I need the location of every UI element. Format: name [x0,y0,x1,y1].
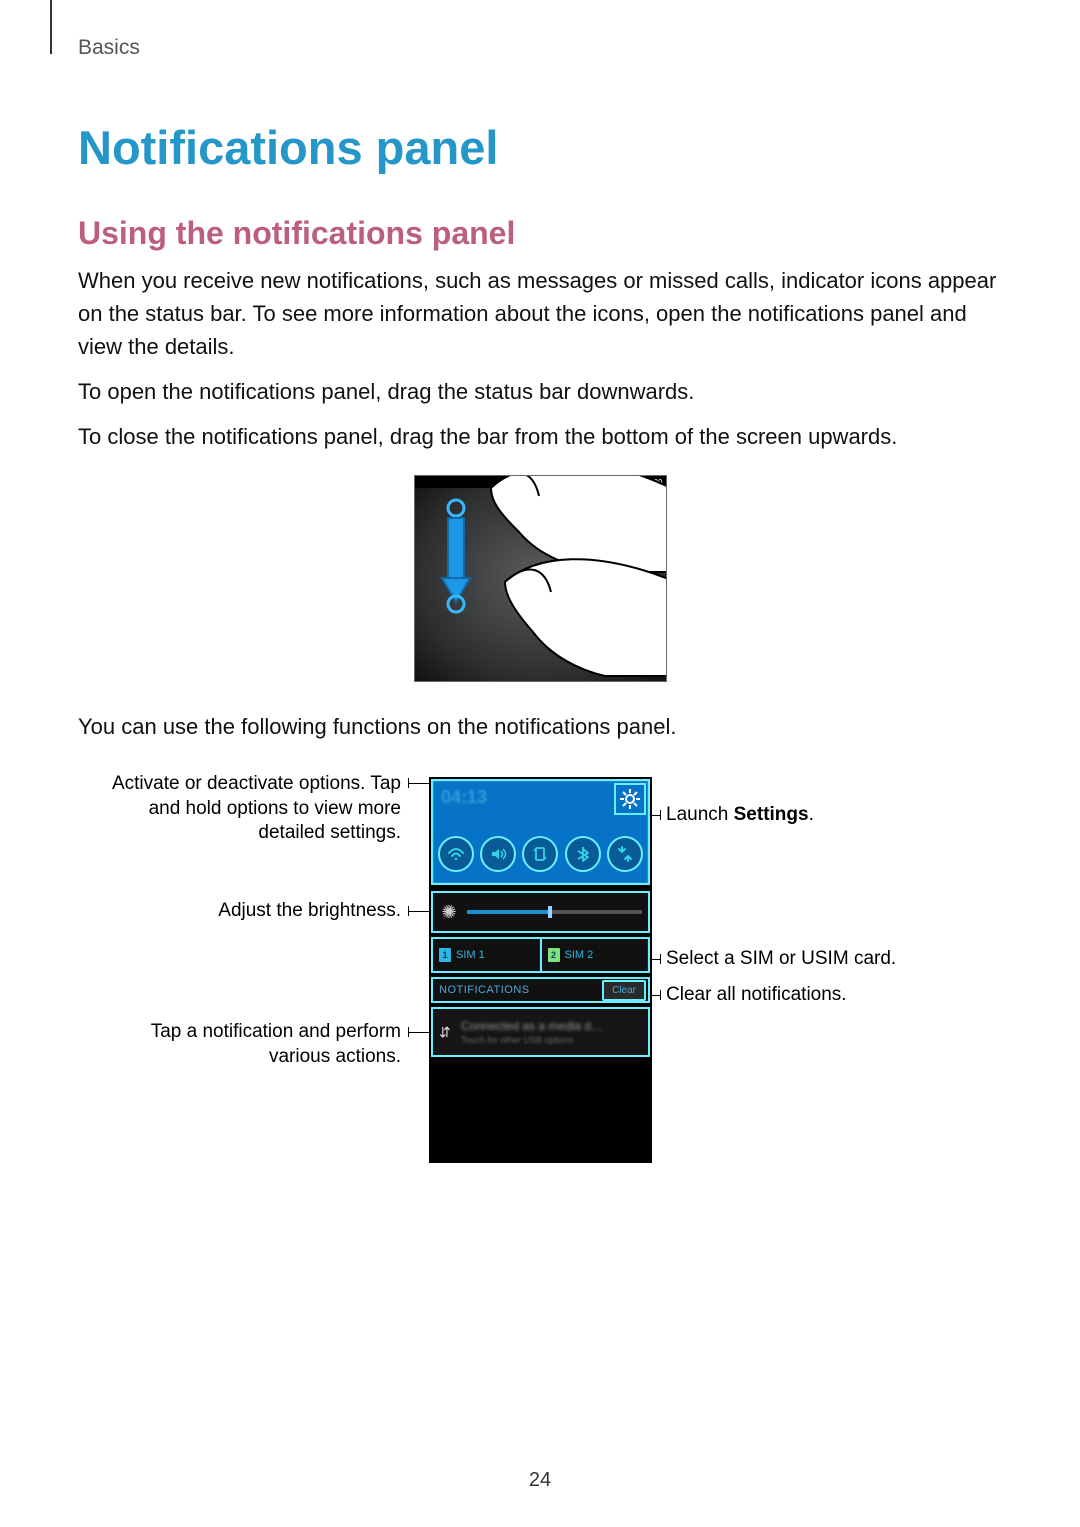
brightness-slider-row[interactable]: ✺ [431,891,650,933]
panel-header: 04:13 [431,779,650,885]
notification-title: Connected as a media d… [461,1019,603,1035]
screen-rotation-icon [531,845,549,863]
page-number: 24 [0,1469,1080,1492]
callout-text: . [809,804,814,825]
callout-notification-action: Tap a notification and perform various a… [101,1020,401,1069]
lead-tick [660,990,661,1000]
sim2-button[interactable]: 2 SIM 2 [540,939,649,971]
paragraph-3: To close the notifications panel, drag t… [78,420,1002,453]
lead-tick [660,810,661,820]
sim1-button[interactable]: 1 SIM 1 [433,939,540,971]
sound-toggle[interactable] [480,836,516,872]
sim-selector-row: 1 SIM 1 2 SIM 2 [431,937,650,973]
sync-icon [616,845,634,863]
section-subtitle: Using the notifications panel [78,215,1002,252]
callout-clear-all: Clear all notifications. [666,983,847,1008]
quick-toggle-row [435,826,646,881]
callout-quick-toggles: Activate or deactivate options. Tap and … [101,772,401,846]
usb-icon: ⇵ [439,1024,453,1041]
screen-rotation-toggle[interactable] [522,836,558,872]
bluetooth-icon [574,845,592,863]
sim2-label: SIM 2 [565,949,594,961]
callout-brightness: Adjust the brightness. [176,899,401,924]
notifications-label: NOTIFICATIONS [435,984,530,996]
sim1-badge: 1 [439,948,451,962]
brightness-icon: ✺ [439,902,459,923]
callout-select-sim: Select a SIM or USIM card. [666,947,896,972]
paragraph-1: When you receive new notifications, such… [78,264,1002,363]
sim1-label: SIM 1 [456,949,485,961]
gesture-figure: 10:00 [414,475,667,682]
lead-tick [408,906,409,916]
paragraph-2: To open the notifications panel, drag th… [78,375,1002,408]
header-rule [50,0,52,54]
page-title: Notifications panel [78,120,1002,175]
notification-subtext: Touch for other USB options [461,1035,603,1045]
settings-button[interactable] [614,783,646,815]
wifi-toggle[interactable] [438,836,474,872]
callout-launch-settings: Launch Settings. [666,803,814,828]
phone-mockup: 04:13 [429,777,652,1163]
brightness-slider[interactable] [467,910,642,914]
sound-icon [489,845,507,863]
sync-toggle[interactable] [607,836,643,872]
wifi-icon [447,845,465,863]
notifications-header: NOTIFICATIONS Clear [431,977,650,1003]
paragraph-4: You can use the following functions on t… [78,710,1002,743]
clear-button[interactable]: Clear [602,980,646,1001]
gear-icon [620,789,640,809]
panel-diagram: Activate or deactivate options. Tap and … [78,777,1002,1207]
sim2-badge: 2 [548,948,560,962]
header-section: Basics [78,36,1002,60]
callout-bold: Settings [734,804,809,825]
lead-tick [660,954,661,964]
hand-lower-icon [485,546,667,682]
lead-tick [408,778,409,788]
lead-tick [408,1027,409,1037]
callout-text: Launch [666,804,734,825]
bluetooth-toggle[interactable] [565,836,601,872]
notification-item[interactable]: ⇵ Connected as a media d… Touch for othe… [431,1007,650,1057]
